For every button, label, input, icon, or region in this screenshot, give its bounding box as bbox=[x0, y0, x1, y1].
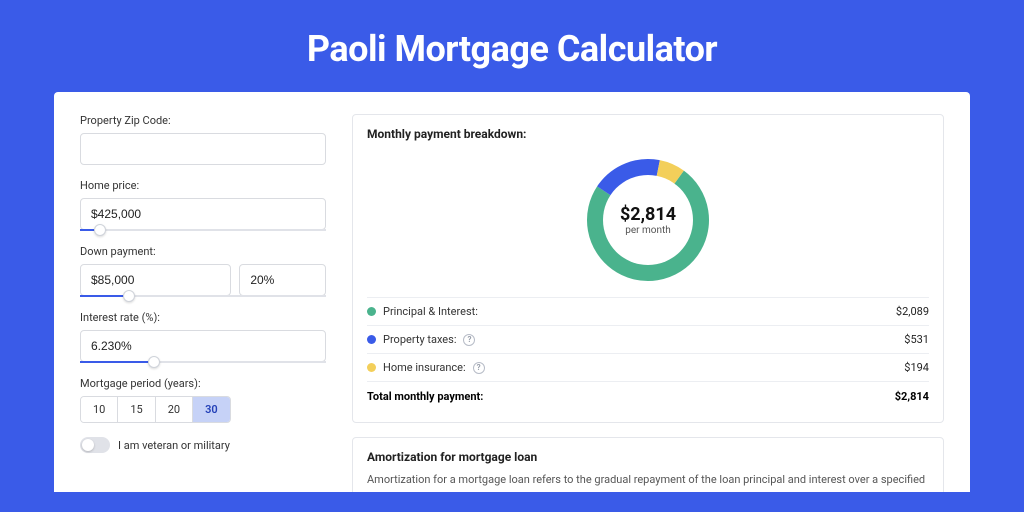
period-10[interactable]: 10 bbox=[81, 397, 118, 422]
amortization-text: Amortization for a mortgage loan refers … bbox=[367, 472, 929, 489]
legend-label: Home insurance: bbox=[383, 361, 466, 374]
legend-property-taxes: Property taxes: ? $531 bbox=[367, 325, 929, 353]
period-20[interactable]: 20 bbox=[156, 397, 193, 422]
breakdown-panel: Monthly payment breakdown: $2,814 per mo… bbox=[352, 114, 944, 423]
zip-field: Property Zip Code: bbox=[80, 114, 326, 165]
down-payment-label: Down payment: bbox=[80, 245, 326, 258]
calculator-card: Property Zip Code: Home price: Down paym… bbox=[54, 92, 970, 492]
interest-rate-input[interactable] bbox=[80, 330, 326, 362]
interest-rate-field: Interest rate (%): bbox=[80, 311, 326, 363]
legend-total: Total monthly payment: $2,814 bbox=[367, 381, 929, 410]
breakdown-title: Monthly payment breakdown: bbox=[367, 127, 929, 141]
veteran-label: I am veteran or military bbox=[118, 439, 230, 452]
form-column: Property Zip Code: Home price: Down paym… bbox=[80, 114, 326, 492]
donut-amount: $2,814 bbox=[620, 204, 676, 225]
donut-chart-wrap: $2,814 per month bbox=[367, 149, 929, 297]
total-value: $2,814 bbox=[895, 390, 929, 403]
legend-value: $531 bbox=[904, 333, 929, 346]
home-price-input[interactable] bbox=[80, 198, 326, 230]
amortization-panel: Amortization for mortgage loan Amortizat… bbox=[352, 437, 944, 492]
down-payment-field: Down payment: bbox=[80, 245, 326, 297]
interest-rate-label: Interest rate (%): bbox=[80, 311, 326, 324]
legend-value: $194 bbox=[904, 361, 929, 374]
period-label: Mortgage period (years): bbox=[80, 377, 326, 390]
legend-label: Principal & Interest: bbox=[383, 305, 478, 318]
legend-home-insurance: Home insurance: ? $194 bbox=[367, 353, 929, 381]
veteran-row: I am veteran or military bbox=[80, 437, 326, 453]
period-30[interactable]: 30 bbox=[193, 397, 230, 422]
period-15[interactable]: 15 bbox=[118, 397, 155, 422]
donut-sub: per month bbox=[625, 225, 671, 236]
legend-label: Property taxes: bbox=[383, 333, 456, 346]
legend-value: $2,089 bbox=[896, 305, 929, 318]
donut-center: $2,814 per month bbox=[603, 175, 693, 265]
interest-rate-slider[interactable] bbox=[80, 361, 326, 363]
results-column: Monthly payment breakdown: $2,814 per mo… bbox=[352, 114, 944, 492]
zip-label: Property Zip Code: bbox=[80, 114, 326, 127]
slider-thumb[interactable] bbox=[148, 356, 160, 368]
dot-icon bbox=[367, 363, 376, 372]
down-payment-pct-input[interactable] bbox=[239, 264, 326, 296]
total-label: Total monthly payment: bbox=[367, 390, 483, 403]
period-field: Mortgage period (years): 10 15 20 30 bbox=[80, 377, 326, 423]
dot-icon bbox=[367, 335, 376, 344]
veteran-toggle[interactable] bbox=[80, 437, 110, 453]
home-price-label: Home price: bbox=[80, 179, 326, 192]
zip-input[interactable] bbox=[80, 133, 326, 165]
info-icon[interactable]: ? bbox=[463, 334, 475, 346]
period-options: 10 15 20 30 bbox=[80, 396, 231, 423]
page-title: Paoli Mortgage Calculator bbox=[54, 0, 970, 92]
info-icon[interactable]: ? bbox=[473, 362, 485, 374]
down-payment-input[interactable] bbox=[80, 264, 231, 296]
down-payment-slider[interactable] bbox=[80, 295, 326, 297]
donut-chart: $2,814 per month bbox=[583, 155, 713, 285]
amortization-title: Amortization for mortgage loan bbox=[367, 450, 929, 464]
home-price-field: Home price: bbox=[80, 179, 326, 231]
dot-icon bbox=[367, 307, 376, 316]
slider-thumb[interactable] bbox=[123, 290, 135, 302]
slider-thumb[interactable] bbox=[94, 224, 106, 236]
legend-principal-interest: Principal & Interest: $2,089 bbox=[367, 297, 929, 325]
home-price-slider[interactable] bbox=[80, 229, 326, 231]
